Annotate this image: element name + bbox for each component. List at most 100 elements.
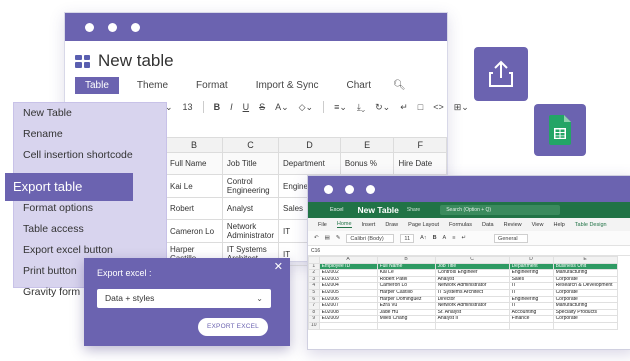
column-header[interactable]: D — [278, 137, 341, 153]
table-cell[interactable]: Kai Le — [165, 174, 223, 198]
row-number[interactable]: 2 — [308, 269, 320, 277]
bold-button[interactable]: B — [433, 235, 437, 241]
column-header[interactable]: C — [221, 137, 280, 153]
table-cell[interactable]: Network Administrator — [434, 302, 510, 310]
table-cell[interactable]: Corporate — [552, 288, 618, 297]
table-cell[interactable]: Manufacturing — [552, 302, 618, 310]
table-header-cell[interactable]: Job Title — [434, 262, 510, 271]
valign-icon[interactable]: ⤓⌄ — [357, 102, 365, 113]
row-number[interactable]: 7 — [308, 302, 320, 310]
table-cell[interactable] — [552, 321, 618, 330]
table-cell[interactable]: Full Name — [165, 152, 223, 175]
column-header[interactable]: E — [339, 137, 395, 153]
row-number[interactable]: 1 — [308, 262, 320, 271]
table-cell[interactable]: Harper Castillo — [376, 288, 436, 297]
table-cell[interactable]: Job Title — [221, 152, 280, 175]
column-header[interactable]: E — [552, 256, 618, 264]
tab-theme[interactable]: Theme — [127, 77, 178, 94]
menu-item-rename[interactable]: Rename — [14, 124, 166, 145]
text-color-icon[interactable]: A⌄ — [275, 102, 289, 113]
tab-view[interactable]: View — [532, 222, 544, 228]
table-cell[interactable]: Robert Patel — [376, 275, 436, 284]
table-cell[interactable]: Corporate — [552, 315, 618, 323]
table-cell[interactable]: Analyst — [434, 275, 510, 284]
tab-draw[interactable]: Draw — [385, 222, 398, 228]
table-cell[interactable]: IT Systems Architect — [434, 288, 510, 297]
tab-chart[interactable]: Chart — [337, 77, 381, 94]
cell-reference[interactable]: C16 — [311, 248, 320, 254]
table-cell[interactable]: Miles Chang — [376, 315, 436, 323]
text-color-icon[interactable]: A — [443, 235, 447, 241]
table-cell[interactable]: Finance — [508, 315, 554, 323]
row-number[interactable]: 3 — [308, 275, 320, 284]
table-cell[interactable]: Jade Hu — [376, 308, 436, 317]
table-cell[interactable]: Cameron Lo — [376, 282, 436, 290]
tab-insert[interactable]: Insert — [362, 222, 376, 228]
table-cell[interactable]: Robert — [165, 197, 223, 220]
table-cell[interactable]: Control Engineering — [221, 174, 280, 198]
share-icon[interactable] — [474, 47, 528, 101]
grow-font-icon[interactable]: A↑ — [420, 235, 426, 241]
table-cell[interactable]: Accounting — [508, 308, 554, 317]
column-header[interactable]: F — [393, 137, 447, 153]
menu-item-format-options[interactable]: Format options — [14, 198, 166, 219]
row-number[interactable]: 8 — [308, 308, 320, 317]
tab-file[interactable]: File — [318, 222, 327, 228]
column-header[interactable]: D — [508, 256, 554, 264]
row-number[interactable]: 5 — [308, 288, 320, 297]
table-cell[interactable]: E02003 — [318, 275, 378, 284]
table-cell[interactable] — [376, 321, 436, 330]
menu-item-export-table[interactable]: Export table — [5, 173, 133, 201]
table-cell[interactable]: Ezra Vu — [376, 302, 436, 310]
table-cell[interactable]: Kai Le — [376, 269, 436, 277]
row-number[interactable]: 4 — [308, 282, 320, 290]
tab-table-design[interactable]: Table Design — [575, 222, 607, 228]
strikethrough-button[interactable]: S — [259, 102, 265, 112]
table-cell[interactable]: Harper Dominguez — [376, 295, 436, 304]
table-cell[interactable]: Analyst II — [434, 315, 510, 323]
tab-home[interactable]: Home — [336, 221, 352, 228]
export-format-select[interactable]: Data + styles ⌄ — [97, 289, 271, 308]
wrap-icon[interactable]: ↵ — [400, 102, 408, 113]
close-icon[interactable]: ✕ — [274, 260, 283, 273]
menu-item-cell-shortcode[interactable]: Cell insertion shortcode — [14, 145, 166, 166]
table-cell[interactable]: IT — [508, 282, 554, 290]
tab-page-layout[interactable]: Page Layout — [408, 222, 439, 228]
bold-button[interactable]: B — [214, 102, 221, 112]
table-cell[interactable]: Engineering — [508, 295, 554, 304]
row-number[interactable]: 9 — [308, 315, 320, 323]
format-painter-icon[interactable]: ✎ — [336, 235, 341, 241]
column-header[interactable]: B — [376, 256, 436, 264]
menu-item-new-table[interactable]: New Table — [14, 103, 166, 124]
table-cell[interactable]: Manufacturing — [552, 269, 618, 277]
table-cell[interactable]: Department — [278, 152, 341, 175]
tab-review[interactable]: Review — [504, 222, 522, 228]
column-header[interactable]: A — [318, 256, 378, 264]
column-header[interactable]: C — [434, 256, 510, 264]
table-cell[interactable]: Network Administrator — [221, 219, 280, 243]
underline-button[interactable]: U — [243, 102, 250, 112]
search-icon[interactable]: 🔍︎ — [393, 80, 406, 91]
tab-formulas[interactable]: Formulas — [449, 222, 472, 228]
table-cell[interactable]: Controls Engineer — [434, 269, 510, 277]
corner-cell[interactable] — [308, 256, 320, 264]
table-cell[interactable]: Analyst — [221, 197, 280, 220]
tab-import-sync[interactable]: Import & Sync — [246, 77, 329, 94]
table-cell[interactable]: Sr. Analyst — [434, 308, 510, 317]
table-cell[interactable]: Director — [434, 295, 510, 304]
table-cell[interactable]: E02008 — [318, 308, 378, 317]
table-cell[interactable]: Engineering — [508, 269, 554, 277]
table-header-cell[interactable]: Full Name — [376, 262, 436, 271]
align-icon[interactable]: ≡⌄ — [334, 102, 347, 113]
wrap-icon[interactable]: ↵ — [461, 235, 466, 241]
table-cell[interactable]: E02002 — [318, 269, 378, 277]
table-cell[interactable]: IT — [508, 288, 554, 297]
borders-icon[interactable]: ⊞⌄ — [454, 102, 469, 113]
italic-button[interactable]: I — [230, 102, 233, 112]
table-cell[interactable]: E02009 — [318, 315, 378, 323]
code-button[interactable]: <> — [433, 102, 444, 112]
tab-data[interactable]: Data — [482, 222, 494, 228]
font-family-select[interactable]: Calibri (Body) — [346, 233, 395, 243]
rotate-icon[interactable]: ↻⌄ — [375, 102, 390, 113]
tab-table[interactable]: Table — [75, 77, 119, 94]
